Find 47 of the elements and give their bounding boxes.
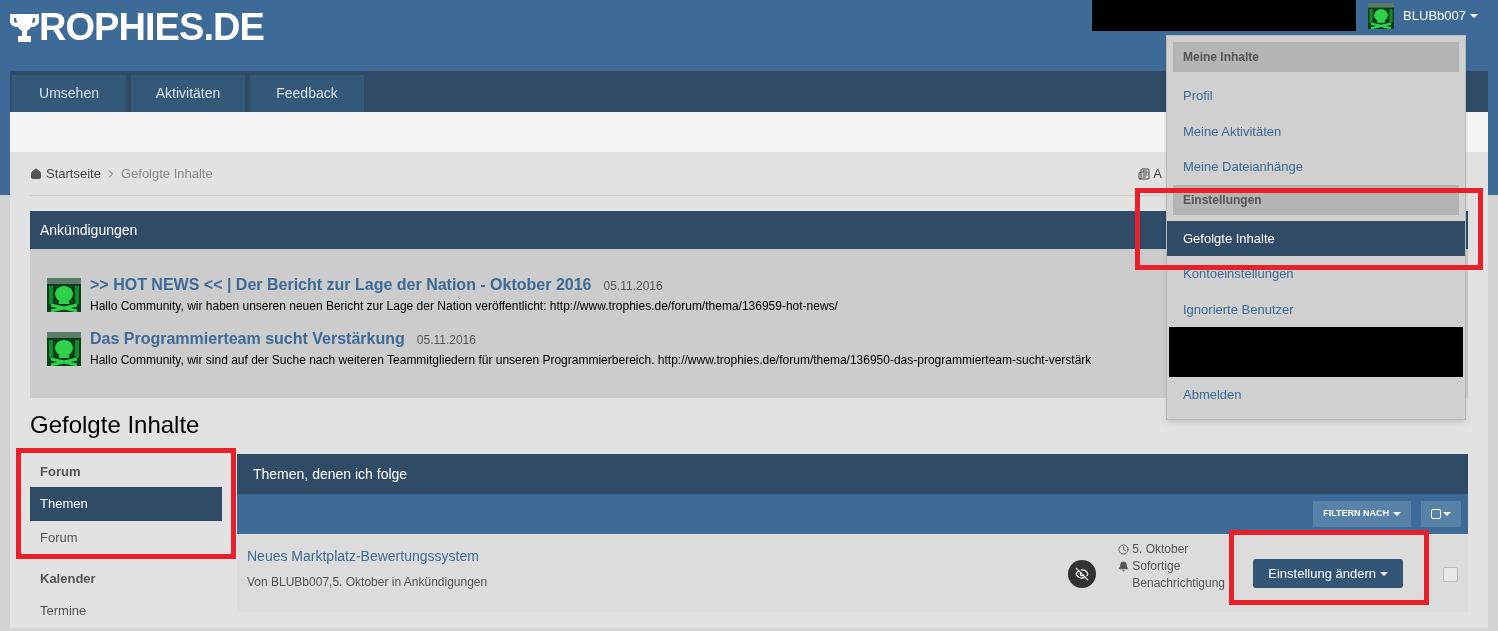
sidebar-item[interactable]: Forum xyxy=(30,521,222,555)
sidebar-heading: Kalender xyxy=(39,569,97,588)
user-menu-button[interactable]: BLUBb007 xyxy=(1403,5,1478,26)
caret-icon xyxy=(1393,512,1401,516)
announcement-text: Hallo Community, wir haben unseren neuen Bericht zur Lage der Nation veröffentlicht: http://www.trophies.de/forum/thema/136959-hot-news/ xyxy=(90,298,838,315)
select-menu-button[interactable] xyxy=(1421,501,1461,527)
menu-item[interactable]: Kontoeinstellungen xyxy=(1167,256,1465,292)
followed-date: 5. Oktober xyxy=(1132,541,1189,558)
announcement-text: Hallo Community, wir sind auf der Suche nach weiteren Teammitgliedern für unseren Programmierbereich. http://www.trophies.de/forum/thema/136950-das-programmierteam-sucht-verstärk xyxy=(90,352,1092,369)
row-checkbox[interactable] xyxy=(1443,567,1458,582)
sidebar-heading: Forum xyxy=(39,462,82,481)
change-setting-button[interactable]: Einstellung ändern xyxy=(1253,559,1403,588)
menu-item[interactable]: Abmelden xyxy=(1167,377,1465,413)
sidebar-item[interactable]: Themen xyxy=(30,487,222,521)
topic-meta: Von BLUBb007,5. Oktober in Ankündigungen xyxy=(247,574,489,591)
breadcrumb-link[interactable]: Startseite xyxy=(46,163,101,184)
announcement-date: 05.11.2016 xyxy=(416,332,476,349)
filter-button[interactable]: FILTERN NACH xyxy=(1313,501,1411,527)
page-title: Gefolgte Inhalte xyxy=(30,410,201,440)
announcement-date: 05.11.2016 xyxy=(603,278,663,295)
nav-tab[interactable]: Aktivitäten xyxy=(131,75,245,112)
nav-tab[interactable]: Umsehen xyxy=(12,75,126,112)
home-icon xyxy=(30,167,42,180)
clock-icon xyxy=(1118,544,1130,555)
menu-item[interactable]: Gefolgte Inhalte xyxy=(1167,220,1465,256)
caret-icon xyxy=(1470,13,1478,18)
toolbar-link[interactable]: A xyxy=(1153,163,1162,184)
menu-item[interactable]: Meine Dateianhänge xyxy=(1167,149,1465,185)
menu-item[interactable]: Profil xyxy=(1167,78,1465,114)
sidebar-item[interactable]: Termine xyxy=(30,594,222,628)
checkbox-icon xyxy=(1431,509,1441,519)
eye-off-icon xyxy=(1075,567,1090,581)
bell-icon xyxy=(1118,561,1130,572)
nav-tab[interactable]: Feedback xyxy=(250,75,364,112)
announcement-title[interactable]: Das Programmierteam sucht Verstärkung xyxy=(90,327,405,351)
newspaper-icon xyxy=(1138,167,1151,180)
announcement-title[interactable]: >> HOT NEWS << | Der Bericht zur Lage der Nation - Oktober 2016 xyxy=(90,273,592,297)
notification-setting: Sofortige Benachrichtigung xyxy=(1132,558,1227,592)
menu-heading: Meine Inhalte xyxy=(1173,42,1459,72)
trophy-icon xyxy=(10,11,39,43)
menu-item[interactable]: Meine Aktivitäten xyxy=(1167,113,1465,149)
topic-title[interactable]: Neues Marktplatz-Bewertungssystem xyxy=(247,546,1069,567)
menu-item[interactable]: Ignorierte Benutzer xyxy=(1167,291,1465,327)
caret-icon xyxy=(1380,571,1388,576)
panel-header: Themen, denen ich folge xyxy=(237,454,1468,494)
site-logo[interactable]: ROPHIES.DE xyxy=(39,8,264,46)
caret-icon xyxy=(1443,512,1451,516)
